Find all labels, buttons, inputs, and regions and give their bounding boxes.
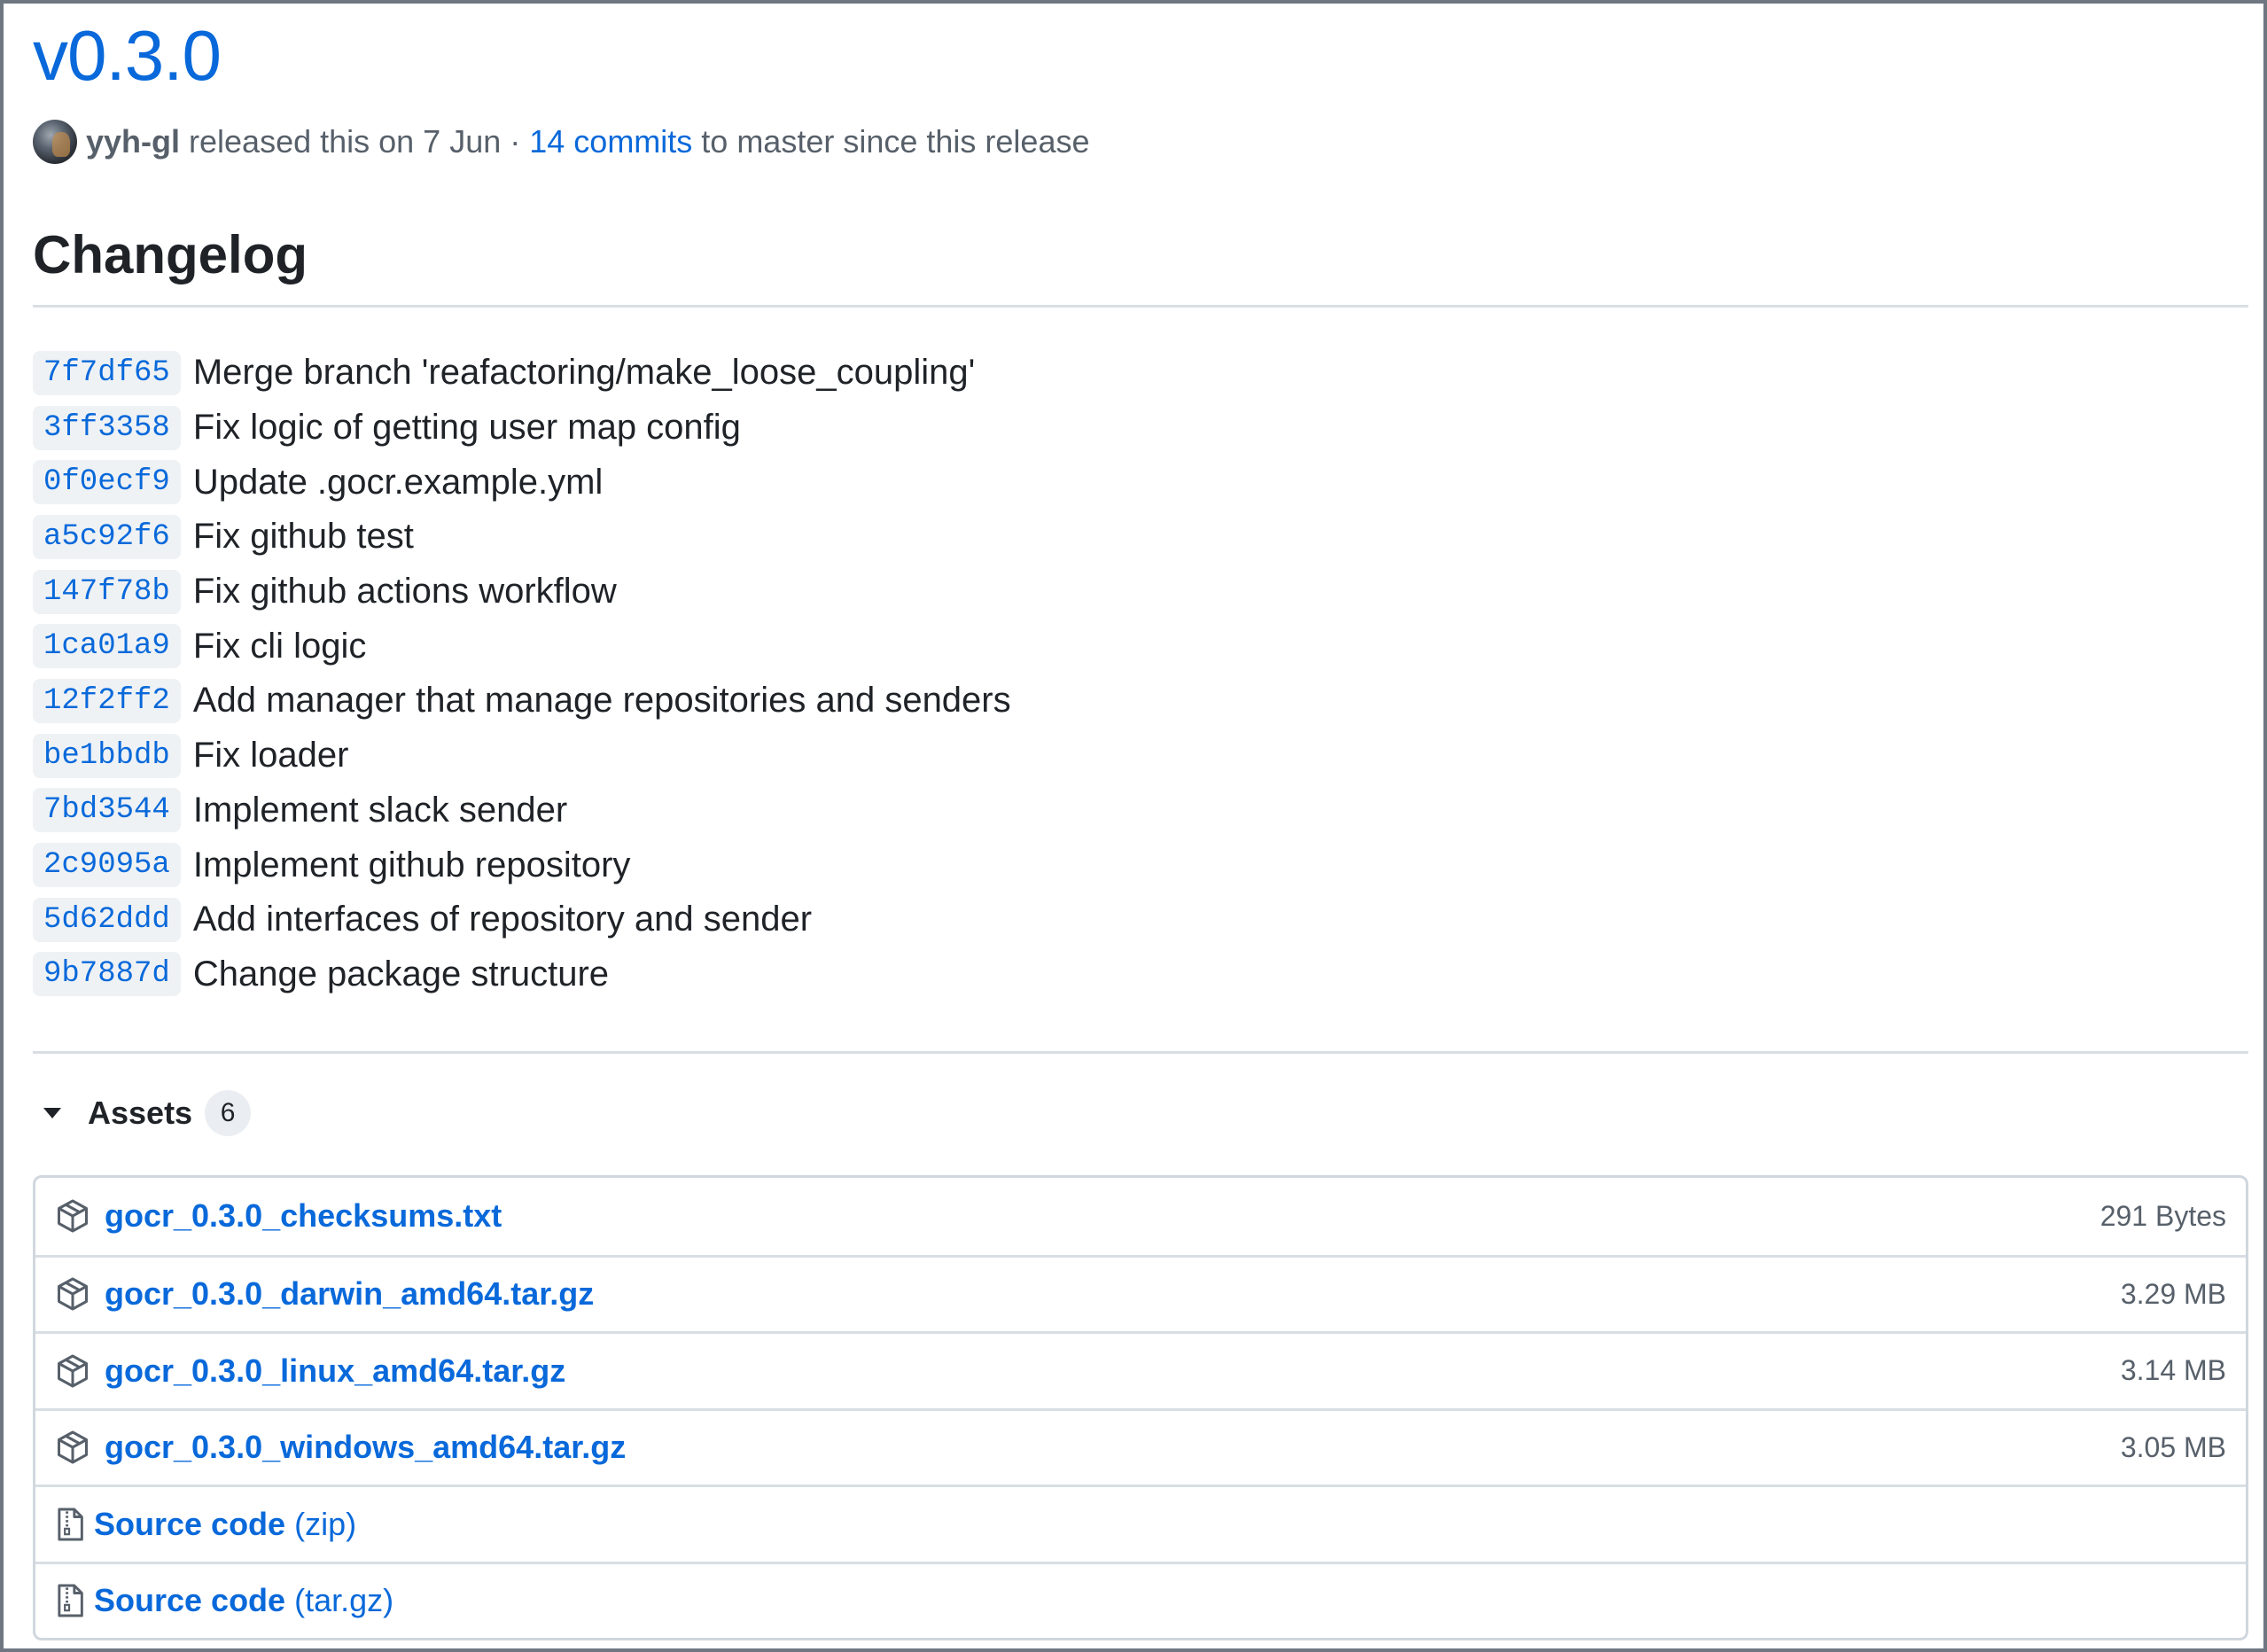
author-link[interactable]: yyh-gl (86, 123, 180, 160)
commit-row: 7f7df65 Merge branch 'reafactoring/make_l… (33, 346, 1011, 401)
asset-row: Source code (tar.gz) (35, 1561, 2246, 1639)
asset-size: 291 Bytes (2100, 1199, 2226, 1232)
avatar[interactable] (33, 120, 77, 164)
file-zip-icon (58, 1584, 83, 1617)
commit-sha-link[interactable]: 1ca01a9 (33, 624, 181, 669)
commit-row: 5d62ddd Add interfaces of repository and … (33, 892, 1011, 947)
commit-sha-link[interactable]: 0f0ecf9 (33, 460, 181, 505)
commit-row: 0f0ecf9 Update .gocr.example.yml (33, 455, 1011, 510)
released-text: released this on 7 Jun (189, 123, 502, 160)
package-icon (58, 1430, 88, 1464)
commit-sha-link[interactable]: 3ff3358 (33, 405, 181, 450)
commit-message: Merge branch 'reafactoring/make_loose_co… (192, 353, 976, 393)
commit-message: Implement slack sender (192, 790, 568, 830)
asset-format: (zip) (294, 1505, 357, 1542)
triangle-down-icon (43, 1108, 61, 1118)
commit-row: 2c9095a Implement github repository (33, 838, 1011, 892)
asset-download-link[interactable]: gocr_0.3.0_windows_amd64.tar.gz (105, 1429, 626, 1466)
assets-divider (33, 1051, 2248, 1054)
commit-message: Fix loader (192, 736, 349, 775)
asset-download-link[interactable]: gocr_0.3.0_linux_amd64.tar.gz (105, 1352, 565, 1390)
commit-sha-link[interactable]: 147f78b (33, 569, 181, 614)
commit-row: 7bd3544 Implement slack sender (33, 783, 1011, 838)
release-meta: yyh-gl released this on 7 Jun · 14 commi… (33, 117, 1089, 167)
commit-row: 1ca01a9 Fix cli logic (33, 619, 1011, 674)
asset-format: (tar.gz) (294, 1582, 394, 1619)
since-text: to master since this release (701, 123, 1090, 160)
commit-list: 7f7df65 Merge branch 'reafactoring/make_l… (33, 346, 1011, 1001)
heading-divider (33, 305, 2248, 308)
commit-message: Update .gocr.example.yml (192, 462, 604, 502)
changelog-heading: Changelog (33, 225, 308, 284)
commit-message: Fix logic of getting user map config (192, 408, 741, 448)
package-icon (58, 1199, 88, 1233)
asset-row: gocr_0.3.0_windows_amd64.tar.gz 3.05 MB (35, 1407, 2246, 1485)
commit-sha-link[interactable]: 7bd3544 (33, 788, 181, 833)
commit-message: Add manager that manage repositories and… (192, 681, 1011, 721)
commit-sha-link[interactable]: a5c92f6 (33, 514, 181, 559)
asset-left: gocr_0.3.0_darwin_amd64.tar.gz (55, 1275, 594, 1313)
commits-link[interactable]: 14 commits (529, 123, 692, 160)
package-icon (58, 1277, 88, 1311)
commit-sha-link[interactable]: 2c9095a (33, 843, 181, 888)
asset-size: 3.29 MB (2120, 1277, 2226, 1310)
commit-message: Change package structure (192, 954, 610, 994)
commit-sha-link[interactable]: 5d62ddd (33, 897, 181, 942)
asset-left: gocr_0.3.0_checksums.txt (55, 1197, 502, 1235)
asset-left: Source code (tar.gz) (55, 1582, 393, 1619)
asset-row: gocr_0.3.0_darwin_amd64.tar.gz 3.29 MB (35, 1254, 2246, 1332)
source-code-targz-link[interactable]: Source code (94, 1582, 285, 1619)
commit-sha-link[interactable]: be1bbdb (33, 733, 181, 778)
commit-message: Implement github repository (192, 845, 631, 884)
commit-row: 147f78b Fix github actions workflow (33, 565, 1011, 620)
asset-download-link[interactable]: gocr_0.3.0_darwin_amd64.tar.gz (105, 1275, 594, 1313)
commit-sha-link[interactable]: 9b7887d (33, 952, 181, 997)
assets-count-badge: 6 (205, 1090, 252, 1136)
commit-row: 3ff3358 Fix logic of getting user map con… (33, 401, 1011, 456)
release-panel: v0.3.0 yyh-gl released this on 7 Jun · 1… (0, 0, 2267, 1652)
commit-sha-link[interactable]: 12f2ff2 (33, 678, 181, 723)
commit-message: Fix github actions workflow (192, 572, 617, 612)
commit-row: be1bbdb Fix loader (33, 729, 1011, 783)
asset-size: 3.05 MB (2120, 1430, 2226, 1463)
release-title-link[interactable]: v0.3.0 (33, 7, 222, 105)
assets-toggle[interactable]: Assets 6 (33, 1088, 252, 1138)
assets-list: gocr_0.3.0_checksums.txt 291 Bytes gocr_… (33, 1175, 2248, 1640)
source-code-zip-link[interactable]: Source code (94, 1506, 285, 1543)
commit-message: Add interfaces of repository and sender (192, 900, 813, 939)
asset-left: gocr_0.3.0_windows_amd64.tar.gz (55, 1429, 626, 1466)
asset-size: 3.14 MB (2120, 1354, 2226, 1387)
package-icon (58, 1354, 88, 1388)
commit-message: Fix cli logic (192, 626, 367, 666)
commit-message: Fix github test (192, 517, 414, 557)
meta-separator: · (510, 123, 521, 160)
commit-row: 12f2ff2 Add manager that manage repositor… (33, 674, 1011, 729)
asset-left: Source code (zip) (55, 1506, 356, 1543)
commit-sha-link[interactable]: 7f7df65 (33, 350, 181, 395)
asset-download-link[interactable]: gocr_0.3.0_checksums.txt (105, 1197, 502, 1235)
commit-row: 9b7887d Change package structure (33, 947, 1011, 1002)
file-zip-icon (58, 1508, 83, 1541)
assets-label: Assets (88, 1095, 193, 1131)
asset-row: gocr_0.3.0_linux_amd64.tar.gz 3.14 MB (35, 1331, 2246, 1408)
asset-row: gocr_0.3.0_checksums.txt 291 Bytes (35, 1178, 2246, 1255)
asset-row: Source code (zip) (35, 1484, 2246, 1562)
asset-left: gocr_0.3.0_linux_amd64.tar.gz (55, 1352, 565, 1390)
commit-row: a5c92f6 Fix github test (33, 510, 1011, 565)
